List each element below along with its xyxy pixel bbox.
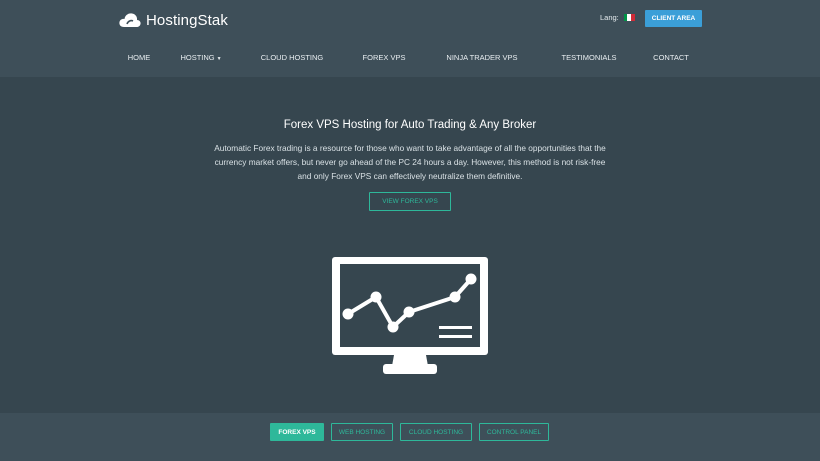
- nav-item-forex-vps[interactable]: FOREX VPS: [363, 53, 406, 62]
- nav-item-label: CLOUD HOSTING: [260, 53, 324, 62]
- nav-item-label: CONTACT: [653, 53, 689, 62]
- hero-description-line: currency market offers, but never go ahe…: [214, 157, 606, 167]
- nav-item-label: HOSTING: [180, 53, 215, 62]
- client-area-button[interactable]: CLIENT AREA: [645, 10, 702, 27]
- view-forex-vps-button[interactable]: VIEW FOREX VPS: [369, 192, 451, 211]
- nav-item-hosting[interactable]: HOSTING ▼: [180, 53, 221, 62]
- nav-item-home[interactable]: HOME: [128, 53, 151, 62]
- nav-item-contact[interactable]: CONTACT: [653, 53, 689, 62]
- caret-down-icon: ▼: [216, 56, 222, 62]
- monitor-chart-icon: [332, 257, 488, 374]
- nav-item-label: HOME: [127, 53, 151, 62]
- nav-item-cloud-hosting[interactable]: CLOUD HOSTING: [261, 53, 324, 62]
- nav-item-testimonials[interactable]: TESTIMONIALS: [561, 53, 616, 62]
- cloud-logo-icon: [119, 13, 141, 27]
- nav-item-label: FOREX VPS: [362, 53, 406, 62]
- brand-logo[interactable]: HostingStak: [118, 9, 228, 31]
- hero-title: Forex VPS Hosting for Auto Trading & Any…: [283, 119, 537, 131]
- brand-name: HostingStak: [146, 11, 228, 29]
- footer-tab-control-panel[interactable]: CONTROL PANEL: [479, 423, 549, 441]
- nav-item-label: TESTIMONIALS: [561, 53, 617, 62]
- lang-label: Lang:: [600, 13, 619, 22]
- hero-description: Automatic Forex trading is a resource fo…: [210, 141, 610, 183]
- footer-tab-web-hosting[interactable]: WEB HOSTING: [331, 423, 393, 441]
- italian-flag-icon[interactable]: [623, 14, 635, 21]
- nav-item-label: NINJA TRADER VPS: [446, 53, 518, 62]
- nav-item-ninja-trader-vps[interactable]: NINJA TRADER VPS: [446, 53, 517, 62]
- footer-tab-forex-vps[interactable]: FOREX VPS: [270, 423, 324, 441]
- footer-tab-cloud-hosting[interactable]: CLOUD HOSTING: [400, 423, 472, 441]
- language-selector[interactable]: Lang:: [600, 13, 635, 22]
- hero-description-line: and only Forex VPS can effectively neutr…: [297, 171, 523, 181]
- hero-description-line: Automatic Forex trading is a resource fo…: [214, 143, 606, 153]
